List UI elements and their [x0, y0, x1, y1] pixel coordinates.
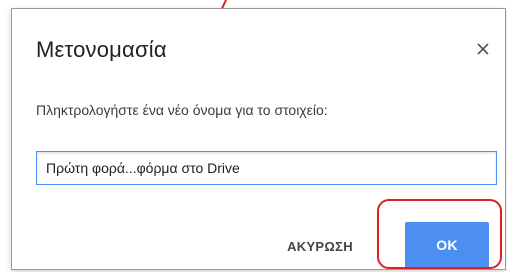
screenshot-stage: Μετονομασία Πληκτρολογήστε ένα νέο όνομα…: [0, 0, 507, 272]
dialog-title: Μετονομασία: [36, 37, 167, 62]
cancel-button[interactable]: ΑΚΥΡΩΣΗ: [274, 228, 366, 264]
close-button[interactable]: [473, 39, 493, 59]
ok-button[interactable]: OK: [405, 222, 489, 268]
close-icon: [477, 43, 489, 55]
new-name-input[interactable]: [36, 151, 497, 185]
rename-prompt: Πληκτρολογήστε ένα νέο όνομα για το στοι…: [36, 102, 328, 118]
rename-dialog: Μετονομασία Πληκτρολογήστε ένα νέο όνομα…: [11, 8, 506, 270]
